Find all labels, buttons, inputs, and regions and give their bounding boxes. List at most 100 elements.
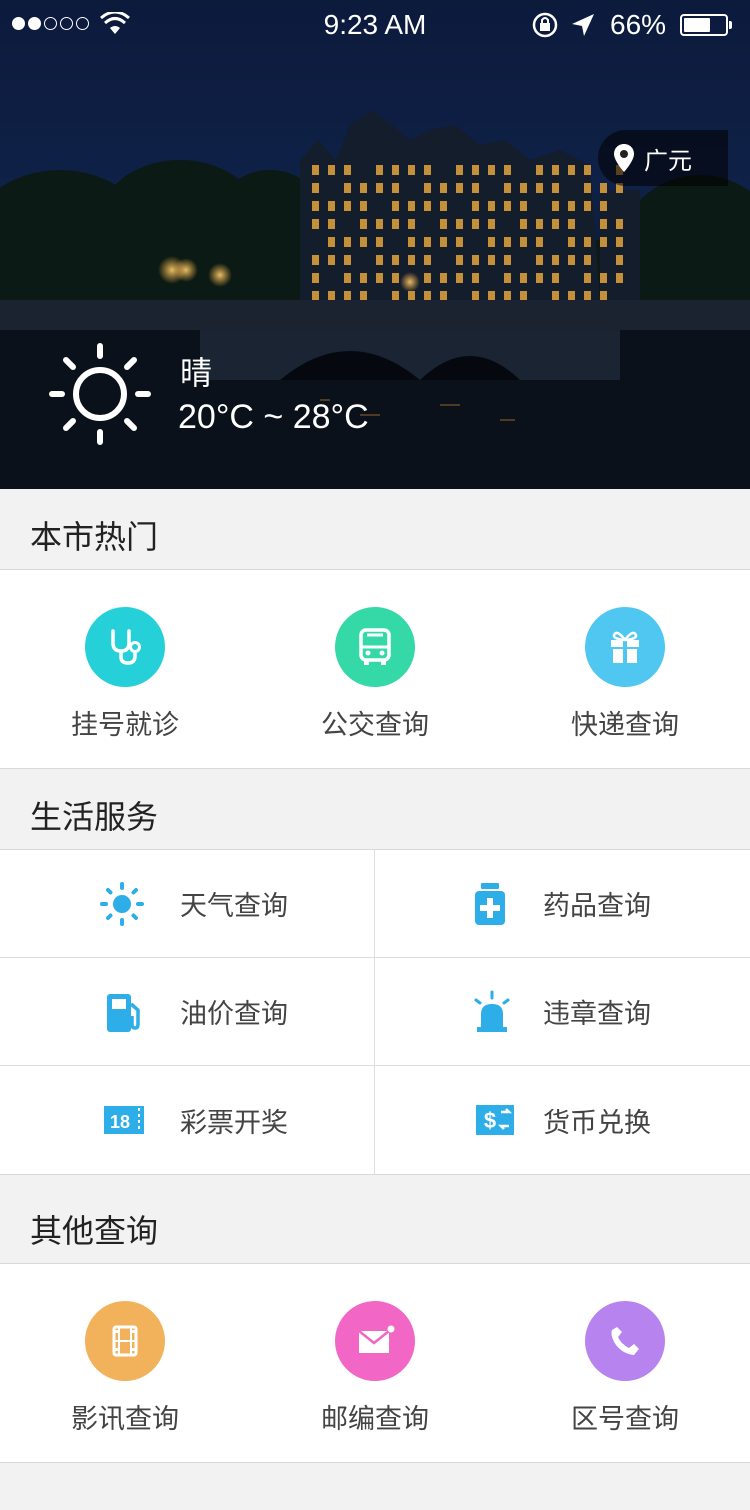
- service-label: 挂号就诊: [71, 710, 179, 741]
- building-window: [360, 201, 367, 211]
- building-window: [520, 219, 527, 229]
- service-area-code-query[interactable]: 区号查询: [500, 1264, 750, 1462]
- building-window: [584, 183, 591, 193]
- building-window: [504, 183, 511, 193]
- building-window: [344, 255, 351, 265]
- service-label: 邮编查询: [321, 1404, 429, 1435]
- building-window: [488, 255, 495, 265]
- building-window: [472, 291, 479, 301]
- service-bus-query[interactable]: 公交查询: [250, 570, 500, 768]
- building-window: [344, 273, 351, 283]
- building-window: [440, 201, 447, 211]
- building-window: [440, 237, 447, 247]
- service-hospital-registration[interactable]: 挂号就诊: [0, 570, 250, 768]
- building-window: [568, 201, 575, 211]
- building-window: [600, 273, 607, 283]
- location-selector[interactable]: 广元: [598, 130, 728, 186]
- building-window: [440, 291, 447, 301]
- building-window: [536, 165, 543, 175]
- mail-icon: [335, 1301, 415, 1381]
- building-window: [344, 183, 351, 193]
- hot-services-panel: 挂号就诊 公交查询 快递查询: [0, 569, 750, 769]
- building-window: [488, 165, 495, 175]
- building-window: [536, 255, 543, 265]
- service-currency-exchange[interactable]: $ 货币兑换: [375, 1066, 750, 1174]
- building-window: [424, 165, 431, 175]
- building-window: [616, 219, 623, 229]
- building-window: [472, 273, 479, 283]
- service-fuel-price-query[interactable]: 油价查询: [0, 958, 375, 1066]
- service-label: 油价查询: [180, 999, 288, 1030]
- building-window: [536, 183, 543, 193]
- building-window: [552, 165, 559, 175]
- gift-icon: [585, 607, 665, 687]
- building-window: [520, 291, 527, 301]
- building-window: [536, 219, 543, 229]
- weather-condition: 晴: [180, 354, 213, 392]
- building-window: [424, 201, 431, 211]
- building-window: [360, 273, 367, 283]
- service-movie-query[interactable]: 影讯查询: [0, 1264, 250, 1462]
- building-window: [488, 219, 495, 229]
- building-window: [424, 237, 431, 247]
- building-window: [568, 237, 575, 247]
- building-window: [312, 219, 319, 229]
- building-window: [536, 237, 543, 247]
- building-window: [552, 201, 559, 211]
- service-label: 违章查询: [543, 999, 651, 1030]
- building-window: [328, 219, 335, 229]
- building-window: [328, 291, 335, 301]
- lottery-number: 18: [110, 1112, 130, 1132]
- building-window: [520, 201, 527, 211]
- battery-icon: [680, 14, 732, 36]
- building-window: [408, 255, 415, 265]
- rotation-lock-icon: [532, 12, 558, 38]
- building-window: [600, 291, 607, 301]
- bus-icon: [335, 607, 415, 687]
- building-window: [488, 237, 495, 247]
- building-window: [472, 255, 479, 265]
- building-window: [344, 201, 351, 211]
- section-header-hot: 本市热门: [0, 489, 750, 570]
- building-window: [488, 291, 495, 301]
- service-weather-query[interactable]: 天气查询: [0, 850, 375, 958]
- section-title-other: 其他查询: [30, 1212, 159, 1250]
- building-window: [456, 219, 463, 229]
- building-window: [600, 183, 607, 193]
- building-window: [376, 273, 383, 283]
- stethoscope-icon: [85, 607, 165, 687]
- building-window: [392, 183, 399, 193]
- building-window: [568, 291, 575, 301]
- building-window: [584, 165, 591, 175]
- building-window: [568, 165, 575, 175]
- building-window: [552, 273, 559, 283]
- service-traffic-violation-query[interactable]: 违章查询: [375, 958, 750, 1066]
- service-lottery-results[interactable]: 18 彩票开奖: [0, 1066, 375, 1174]
- service-express-query[interactable]: 快递查询: [500, 570, 750, 768]
- building-window: [552, 219, 559, 229]
- building-window: [344, 165, 351, 175]
- battery-percent: 66%: [610, 9, 667, 40]
- building-window: [392, 291, 399, 301]
- building-window: [456, 183, 463, 193]
- service-postcode-query[interactable]: 邮编查询: [250, 1264, 500, 1462]
- service-label: 区号查询: [571, 1404, 679, 1435]
- building-window: [456, 255, 463, 265]
- phone-icon: [585, 1301, 665, 1381]
- building-window: [360, 291, 367, 301]
- building-window: [376, 237, 383, 247]
- building-window: [584, 291, 591, 301]
- building-window: [456, 165, 463, 175]
- service-medicine-query[interactable]: 药品查询: [375, 850, 750, 958]
- building-window: [344, 291, 351, 301]
- building-window: [520, 273, 527, 283]
- building-window: [408, 291, 415, 301]
- building-window: [472, 165, 479, 175]
- building-window: [520, 183, 527, 193]
- sun-icon: [98, 880, 146, 928]
- building-window: [328, 255, 335, 265]
- service-label: 药品查询: [543, 891, 651, 922]
- building-window: [408, 201, 415, 211]
- building-window: [600, 237, 607, 247]
- building-window: [328, 165, 335, 175]
